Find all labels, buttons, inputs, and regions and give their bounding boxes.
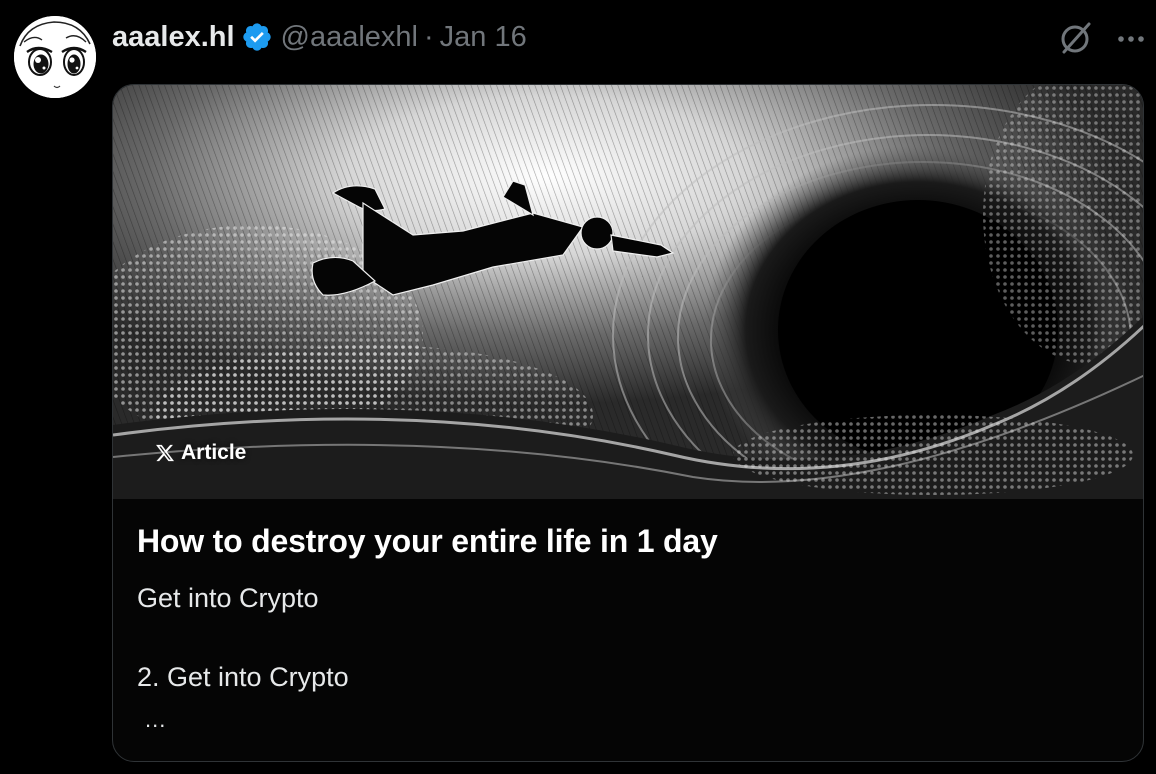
article-body-line: Get into Crypto [137, 583, 319, 613]
separator-dot: · [424, 20, 434, 53]
article-truncation: ... [145, 707, 167, 732]
tweet-header-actions [1056, 18, 1146, 58]
tweet-header: aaalex.hl @aaalexhl · Jan 16 [112, 18, 527, 56]
avatar[interactable] [14, 16, 96, 98]
article-title: How to destroy your entire life in 1 day [137, 523, 718, 559]
timestamp[interactable]: Jan 16 [440, 21, 527, 54]
handle[interactable]: @aaalexhl [281, 21, 418, 54]
grok-icon[interactable] [1056, 18, 1096, 58]
article-badge-label: Article [181, 441, 247, 464]
tweet: aaalex.hl @aaalexhl · Jan 16 Article How… [0, 0, 1156, 774]
verified-badge-icon[interactable] [241, 21, 273, 53]
x-logo-icon [156, 444, 175, 462]
article-cover-image [113, 85, 1143, 499]
article-badge: Article [155, 441, 246, 465]
more-icon[interactable] [1116, 23, 1146, 53]
article-body-line: 2. Get into Crypto [137, 662, 349, 692]
article-card[interactable]: Article How to destroy your entire life … [112, 84, 1144, 762]
display-name[interactable]: aaalex.hl [112, 21, 235, 54]
avatar-anime-face-image [14, 16, 96, 98]
